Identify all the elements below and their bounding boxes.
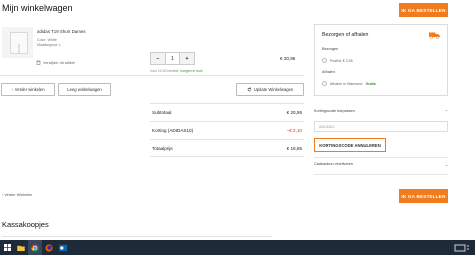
system-tray-icon[interactable] [453, 242, 471, 253]
shipping-panel: Bezorgen of afhalen Bezorgen PostNL € 3,… [314, 24, 448, 96]
delivery-label: Bezorgen [322, 47, 339, 51]
back-shopping-label: Verder Winkelen [4, 193, 33, 197]
update-cart-button[interactable]: Update Winkelwagen [236, 83, 304, 96]
checkout-button-top[interactable]: IK GA BESTELLEN [399, 3, 448, 17]
gift-card-toggle[interactable]: Cadeaubon verzilveren ⌄ [314, 162, 448, 167]
pickup-price: Gratis [365, 81, 376, 86]
trash-icon [36, 60, 41, 65]
gift-card-toggle-label: Cadeaubon verzilveren [314, 162, 354, 166]
product-size: Maatbegroot: L [37, 43, 62, 47]
divider [314, 174, 448, 175]
discount-code-input[interactable]: ADIDAS10 [314, 121, 448, 132]
section-title-kassakoopjes: Kassakoopjes [2, 220, 49, 229]
subtotal-value: € 20,95 [286, 110, 302, 115]
shipping-title: Bezorgen of afhalen [322, 32, 369, 38]
discount-code-toggle-label: Kortingscode toepassen [314, 109, 355, 113]
chevron-down-icon: ⌄ [444, 163, 448, 167]
chrome-icon [31, 243, 39, 252]
total-value: € 18,85 [286, 145, 302, 151]
continue-shopping-label: Verder winkelen [14, 87, 45, 92]
shorts-image [10, 32, 28, 54]
outlook-icon [59, 244, 67, 251]
remove-item-label: Verwijder dit artikel [43, 60, 75, 65]
update-cart-label: Update Winkelwagen [253, 87, 294, 92]
taskbar [0, 240, 475, 255]
radio-postnl[interactable] [322, 58, 327, 63]
remove-item-link[interactable]: Verwijder dit artikel [36, 60, 75, 65]
item-price: € 20,95 [280, 56, 296, 61]
taskbar-chrome[interactable] [28, 240, 42, 255]
total-label: Totaalprijs [152, 145, 173, 151]
total-row: Totaalprijs € 18,85 [150, 139, 304, 157]
stock-status-text: Voor 22:00 besteld, [150, 69, 181, 73]
chevron-left-icon: ‹ [11, 87, 13, 92]
product-color: Color: White [37, 38, 57, 42]
product-image[interactable] [2, 27, 33, 58]
windows-start-button[interactable] [0, 240, 14, 255]
continue-shopping-button[interactable]: ‹ Verder winkelen [1, 83, 55, 96]
discount-code-toggle[interactable]: Kortingscode toepassen ⌃ [314, 109, 448, 114]
taskbar-outlook[interactable] [56, 240, 70, 255]
stock-status: Voor 22:00 besteld, morgen in huis [150, 69, 202, 73]
windows-logo-icon [3, 244, 11, 251]
discount-value: −€ 2,10 [286, 128, 302, 133]
radio-pickup[interactable] [322, 81, 327, 86]
firefox-icon [45, 243, 53, 252]
taskbar-firefox[interactable] [42, 240, 56, 255]
truck-icon [429, 32, 440, 39]
quantity-stepper: − 1 + [150, 52, 195, 65]
cart-item-row: adidas T19 Short Dames Color: White Maat… [0, 24, 304, 76]
chevron-up-icon: ⌃ [444, 110, 448, 114]
subtotal-label: Subtotaal [152, 110, 172, 115]
discount-row: Korting (ADIDAS10) −€ 2,10 [150, 121, 304, 139]
discount-label: Korting (ADIDAS10) [152, 128, 194, 133]
divider [314, 157, 448, 158]
back-shopping-link[interactable]: ‹ Verder Winkelen [2, 193, 32, 197]
taskbar-file-explorer[interactable] [14, 240, 28, 255]
quantity-plus-button[interactable]: + [180, 53, 194, 64]
subtotal-row: Subtotaal € 20,95 [150, 103, 304, 121]
checkout-button-bottom[interactable]: IK GA BESTELLEN [399, 189, 448, 203]
cancel-discount-button[interactable]: KORTINGSCODE ANNULEREN [314, 138, 386, 152]
empty-cart-button[interactable]: Leeg winkelwagen [58, 83, 111, 96]
refresh-icon [247, 87, 252, 92]
delivery-option-postnl[interactable]: PostNL € 3,95 [322, 58, 353, 63]
delivery-option-label: PostNL € 3,95 [330, 58, 353, 63]
folder-icon [17, 245, 25, 251]
divider [2, 236, 272, 237]
quantity-minus-button[interactable]: − [151, 53, 165, 64]
pickup-option[interactable]: Afhalen in Warmond Gratis [322, 81, 376, 86]
stock-status-highlight: morgen in huis [180, 69, 203, 73]
pickup-option-label: Afhalen in Warmond [330, 81, 363, 86]
quantity-input[interactable]: 1 [165, 53, 180, 64]
page-title: Mijn winkelwagen [2, 3, 73, 13]
pickup-label: Afhalen [322, 70, 335, 74]
product-name[interactable]: adidas T19 Short Dames [37, 29, 86, 34]
